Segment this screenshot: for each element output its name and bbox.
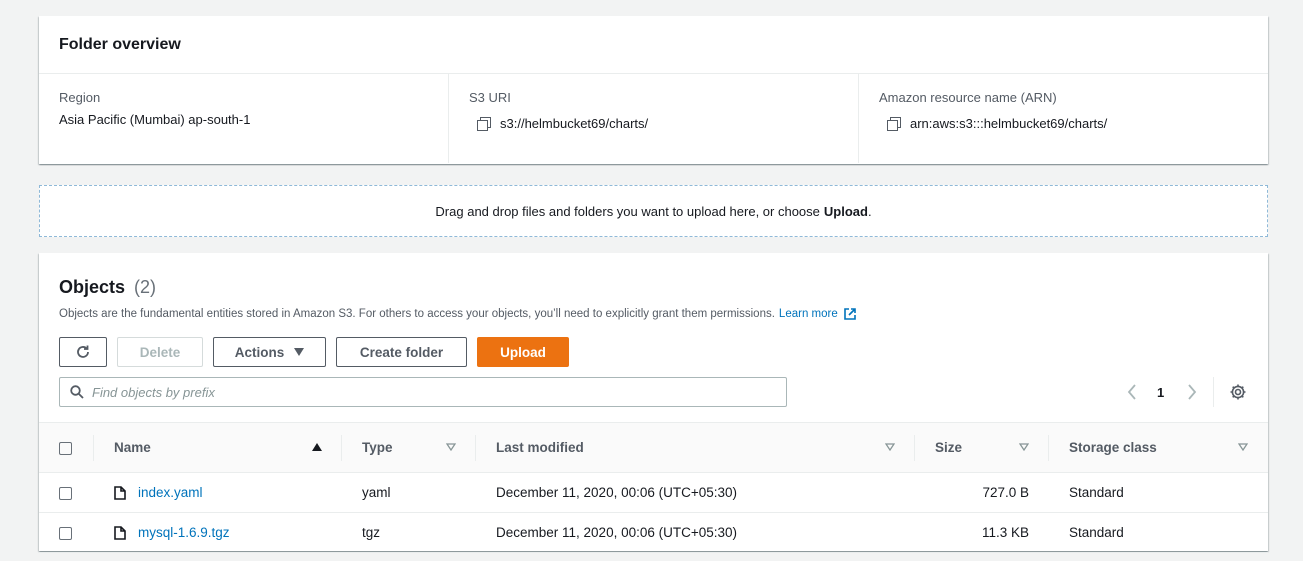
region-label: Region (59, 90, 101, 105)
name-column-label: Name (114, 440, 151, 455)
dropzone-text: Drag and drop files and folders you want… (435, 203, 820, 219)
next-page-icon[interactable] (1187, 384, 1197, 400)
actions-label: Actions (234, 344, 285, 360)
storage-class-column-label: Storage class (1069, 440, 1157, 455)
object-storage-class: Standard (1069, 485, 1124, 500)
objects-description: Objects are the fundamental entities sto… (59, 308, 856, 320)
refresh-button[interactable] (59, 337, 107, 367)
refresh-icon (77, 345, 89, 358)
folder-overview-title: Folder overview (59, 36, 181, 53)
object-storage-class: Standard (1069, 525, 1124, 540)
arn-value: arn:aws:s3:::helmbucket69/charts/ (910, 116, 1108, 131)
previous-page-icon[interactable] (1127, 384, 1137, 400)
storage-class-column-header[interactable]: Storage class (1049, 423, 1268, 473)
objects-table: Name Type Last modified Size Storage cla… (39, 422, 1268, 553)
objects-count: (2) (134, 277, 157, 297)
object-last-modified: December 11, 2020, 00:06 (UTC+05:30) (496, 525, 738, 540)
upload-dropzone[interactable]: Drag and drop files and folders you want… (39, 185, 1268, 237)
sort-icon (885, 443, 895, 451)
table-row[interactable]: mysql-1.6.9.tgz tgz December 11, 2020, 0… (39, 513, 1268, 553)
sort-icon (1238, 443, 1248, 451)
current-page-number[interactable]: 1 (1157, 385, 1164, 400)
sort-ascending-icon (312, 443, 322, 451)
select-all-checkbox[interactable] (59, 441, 72, 455)
sort-icon (1019, 443, 1029, 451)
sort-icon (446, 443, 456, 451)
object-size: 727.0 B (982, 485, 1029, 500)
caret-down-icon (294, 348, 305, 356)
file-icon (114, 485, 126, 500)
object-type: yaml (362, 485, 391, 500)
object-name-link[interactable]: mysql-1.6.9.tgz (138, 525, 230, 540)
folder-overview-header: Folder overview (39, 16, 1268, 74)
folder-overview-panel: Folder overview Region Asia Pacific (Mum… (39, 16, 1268, 164)
object-name-link[interactable]: index.yaml (138, 485, 203, 500)
gear-icon[interactable] (1229, 383, 1247, 401)
objects-panel: Objects (2) Objects are the fundamental … (39, 253, 1268, 553)
object-last-modified: December 11, 2020, 00:06 (UTC+05:30) (496, 485, 738, 500)
row-checkbox[interactable] (59, 486, 72, 500)
table-header-row: Name Type Last modified Size Storage cla… (39, 422, 1268, 473)
table-row[interactable]: index.yaml yaml December 11, 2020, 00:06… (39, 473, 1268, 513)
delete-button[interactable]: Delete (117, 337, 203, 367)
last-modified-column-header[interactable]: Last modified (476, 423, 915, 473)
upload-button[interactable]: Upload (477, 337, 569, 367)
type-column-label: Type (362, 440, 393, 455)
s3-uri-value: s3://helmbucket69/charts/ (500, 116, 649, 131)
dropzone-period: . (867, 203, 872, 219)
size-column-header[interactable]: Size (915, 423, 1049, 473)
s3-uri-column: S3 URI s3://helmbucket69/charts/ (448, 74, 858, 163)
region-column: Region Asia Pacific (Mumbai) ap-south-1 (39, 74, 448, 163)
select-all-header (39, 423, 94, 473)
dropzone-upload-word: Upload (823, 203, 868, 219)
arn-label: Amazon resource name (ARN) (879, 90, 1057, 105)
pager-divider (1213, 377, 1214, 407)
actions-dropdown[interactable]: Actions (213, 337, 326, 367)
object-size: 11.3 KB (981, 525, 1029, 540)
s3-uri-label: S3 URI (469, 90, 511, 105)
copy-arn-icon[interactable] (887, 117, 901, 131)
search-icon (70, 385, 84, 399)
name-column-header[interactable]: Name (94, 423, 342, 473)
last-modified-column-label: Last modified (496, 440, 584, 455)
object-type: tgz (362, 525, 381, 540)
learn-more-link[interactable]: Learn more (779, 308, 838, 320)
search-input[interactable]: Find objects by prefix (59, 377, 787, 407)
file-icon (114, 525, 126, 540)
type-column-header[interactable]: Type (342, 423, 476, 473)
create-folder-button[interactable]: Create folder (336, 337, 467, 367)
objects-heading: Objects (2) (59, 277, 156, 298)
row-checkbox[interactable] (59, 526, 72, 540)
search-placeholder: Find objects by prefix (92, 384, 215, 400)
objects-title: Objects (59, 277, 126, 297)
copy-uri-icon[interactable] (477, 117, 491, 131)
region-value: Asia Pacific (Mumbai) ap-south-1 (59, 112, 251, 127)
arn-column: Amazon resource name (ARN) arn:aws:s3:::… (858, 74, 1268, 163)
size-column-label: Size (935, 440, 963, 455)
external-link-icon (843, 308, 856, 320)
objects-description-text: Objects are the fundamental entities sto… (59, 308, 775, 320)
